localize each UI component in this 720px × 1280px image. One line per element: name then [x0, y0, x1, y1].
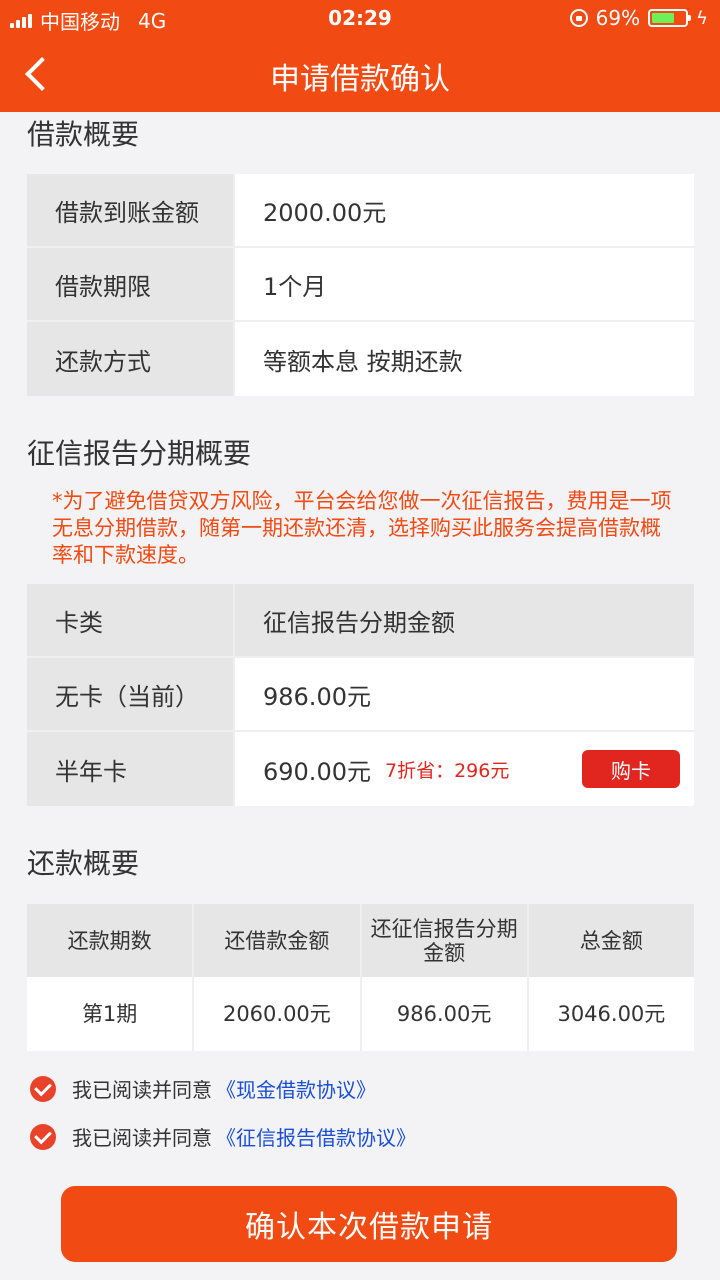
- repay-summary-table: 还款期数 还借款金额 还征信报告分期金额 总金额 第1期 2060.00元 98…: [27, 904, 694, 1051]
- column-header: 还征信报告分期金额: [362, 904, 529, 977]
- agreement-text: 我已阅读并同意: [72, 1078, 212, 1102]
- table-cell: 3046.00元: [557, 1002, 666, 1026]
- row-value: 986.00元: [263, 682, 371, 711]
- row-label: 借款到账金额: [27, 174, 235, 246]
- battery-percent: 69%: [595, 6, 641, 30]
- page-title: 申请借款确认: [270, 62, 450, 97]
- column-header: 总金额: [579, 928, 643, 953]
- table-row: 借款到账金额 2000.00元: [27, 174, 694, 248]
- column-header: 还借款金额: [194, 904, 362, 977]
- section-title-repay: 还款概要: [27, 847, 140, 880]
- battery-icon: [648, 9, 692, 27]
- table-cell: 2060.00元: [194, 977, 362, 1051]
- column-header: 还款期数: [27, 904, 195, 977]
- credit-notice: *为了避免借贷双方风险，平台会给您做一次征信报告，费用是一项无息分期借款，随第一…: [52, 489, 672, 567]
- buy-card-button[interactable]: 购卡: [582, 750, 680, 788]
- row-value: 2000.00元: [263, 198, 387, 227]
- confirm-loan-button[interactable]: 确认本次借款申请: [61, 1186, 677, 1262]
- section-title-loan: 借款概要: [27, 118, 140, 151]
- row-label: 无卡（当前）: [27, 658, 235, 730]
- row-value: 1个月: [263, 272, 327, 301]
- table-row: 无卡（当前） 986.00元: [27, 658, 694, 732]
- agreement-row-cash: 我已阅读并同意 《现金借款协议》: [30, 1074, 376, 1103]
- header-value: 征信报告分期金额: [235, 584, 694, 656]
- agreement-text: 我已阅读并同意: [72, 1126, 212, 1150]
- table-row: 第1期 2060.00元 986.00元 3046.00元: [27, 977, 694, 1051]
- section-title-credit: 征信报告分期概要: [27, 437, 252, 470]
- credit-report-agreement-link[interactable]: 《征信报告借款协议》: [216, 1122, 416, 1151]
- table-row: 借款期限 1个月: [27, 248, 694, 322]
- row-label: 借款期限: [27, 248, 235, 320]
- table-cell: 986.00元: [362, 977, 529, 1051]
- agreement-row-credit: 我已阅读并同意 《征信报告借款协议》: [30, 1122, 416, 1151]
- nav-bar: 申请借款确认: [0, 36, 720, 112]
- row-label: 半年卡: [27, 732, 235, 806]
- status-bar: 中国移动 4G 02:29 69% ϟ: [0, 0, 720, 36]
- loan-summary-table: 借款到账金额 2000.00元 借款期限 1个月 还款方式 等额本息 按期还款: [27, 174, 694, 396]
- row-value: 690.00元: [263, 757, 371, 786]
- table-header-row: 卡类 征信报告分期金额: [27, 584, 694, 658]
- table-row: 半年卡 690.00元 7折省：296元 购卡: [27, 732, 694, 806]
- row-value-cell: 690.00元 7折省：296元 购卡: [235, 732, 694, 806]
- cash-loan-agreement-link[interactable]: 《现金借款协议》: [216, 1074, 376, 1103]
- checkbox-checked-icon[interactable]: [30, 1123, 56, 1150]
- charging-icon: ϟ: [696, 7, 708, 29]
- table-header-row: 还款期数 还借款金额 还征信报告分期金额 总金额: [27, 904, 694, 977]
- discount-text: 7折省：296元: [384, 759, 510, 782]
- row-label: 还款方式: [27, 322, 235, 396]
- header-label: 卡类: [27, 584, 235, 656]
- checkbox-checked-icon[interactable]: [30, 1075, 56, 1102]
- credit-summary-table: 卡类 征信报告分期金额 无卡（当前） 986.00元 半年卡 690.00元 7…: [27, 584, 694, 806]
- orientation-lock-icon: [569, 9, 588, 27]
- table-cell: 第1期: [27, 977, 195, 1051]
- table-row: 还款方式 等额本息 按期还款: [27, 322, 694, 396]
- row-value: 等额本息 按期还款: [263, 347, 463, 376]
